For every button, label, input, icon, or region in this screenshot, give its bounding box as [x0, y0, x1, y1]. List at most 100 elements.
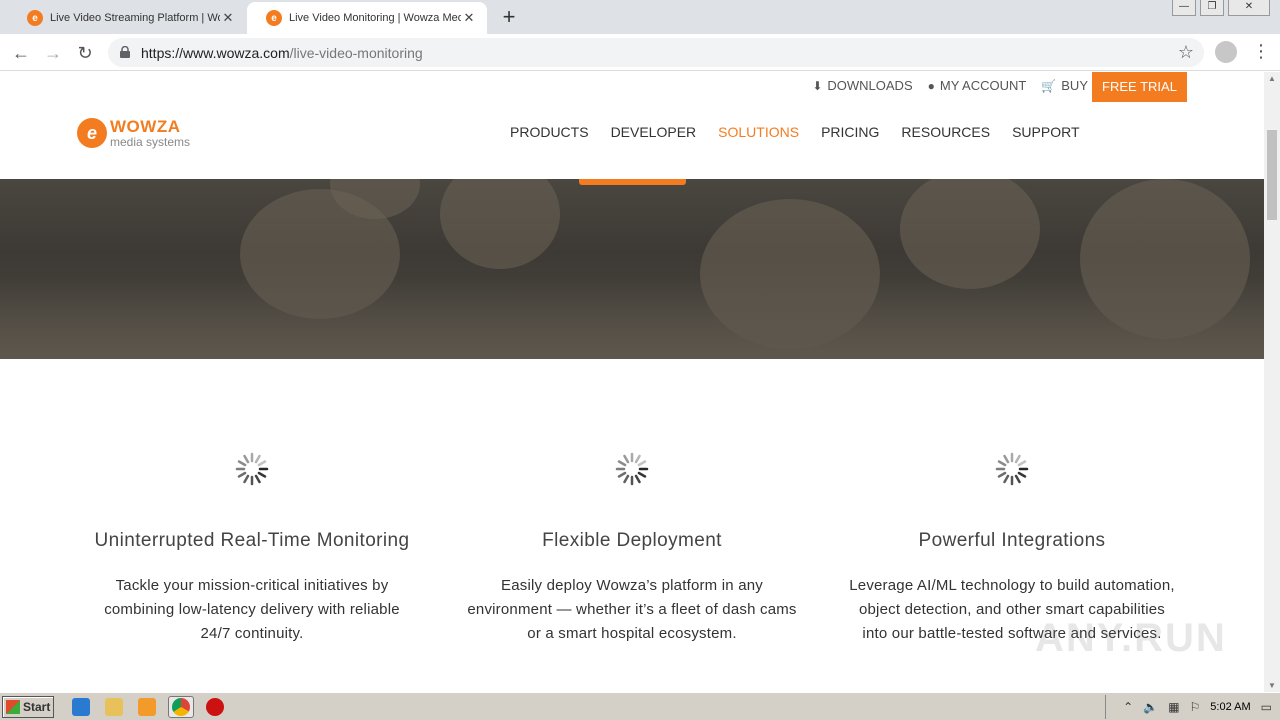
hero-figure [900, 179, 1040, 289]
tab-title: Live Video Streaming Platform | Wow [50, 12, 220, 24]
internet-explorer-icon[interactable] [72, 698, 90, 716]
feature-title: Uninterrupted Real-Time Monitoring [94, 530, 410, 551]
action-center-flag-icon[interactable]: ⚐ [1190, 700, 1201, 714]
close-tab-icon[interactable]: ✕ [220, 10, 236, 26]
downloads-link[interactable]: ⬇ DOWNLOADS [812, 78, 912, 93]
feature-title: Powerful Integrations [918, 530, 1106, 551]
nav-pricing[interactable]: PRICING [821, 124, 879, 140]
minimize-icon[interactable]: — [1172, 0, 1196, 16]
hero-cta-button[interactable] [579, 179, 686, 185]
url-text: https://www.wowza.com/live-video-monitor… [141, 45, 423, 61]
close-tab-icon[interactable]: ✕ [461, 10, 477, 26]
feature-line: Leverage AI/ML technology to build autom… [849, 577, 1175, 594]
new-tab-button[interactable]: + [497, 4, 521, 30]
profile-avatar-icon[interactable] [1215, 41, 1237, 63]
nav-support[interactable]: SUPPORT [1012, 124, 1079, 140]
spinner-tick [237, 460, 247, 467]
network-icon[interactable]: ▦ [1168, 700, 1179, 714]
show-desktop-icon[interactable]: ▭ [1261, 700, 1272, 714]
volume-icon[interactable]: 🔈 [1143, 700, 1158, 714]
loading-spinner-icon [995, 452, 1029, 486]
tab-live-video-streaming[interactable]: e Live Video Streaming Platform | Wow ✕ [8, 2, 246, 34]
spinner-tick [254, 454, 261, 464]
nav-solutions[interactable]: SOLUTIONS [718, 124, 799, 140]
spinner-tick [997, 471, 1007, 478]
nav-products[interactable]: PRODUCTS [510, 124, 589, 140]
page-scrollbar[interactable]: ▲ ▼ [1264, 72, 1280, 692]
close-window-icon[interactable]: ✕ [1228, 0, 1270, 16]
feature-description: Easily deploy Wowza’s platform in any en… [442, 574, 822, 646]
spinner-tick [1003, 454, 1010, 464]
start-label: Start [23, 700, 51, 714]
back-icon[interactable]: ← [8, 40, 34, 66]
start-button[interactable]: Start [2, 696, 54, 718]
page-viewport: ⬇ DOWNLOADS ● MY ACCOUNT 🛒 BUY FREE TRIA… [0, 72, 1280, 692]
spinner-tick [623, 454, 630, 464]
tab-title: Live Video Monitoring | Wowza Medi [289, 12, 461, 24]
wowza-logo-icon: e [77, 118, 107, 148]
chrome-icon [172, 698, 190, 716]
forward-icon[interactable]: → [40, 40, 66, 66]
feature-title: Flexible Deployment [542, 530, 722, 551]
address-bar[interactable]: https://www.wowza.com/live-video-monitor… [108, 38, 1204, 67]
buy-link[interactable]: 🛒 BUY [1041, 78, 1088, 93]
security-alert-icon[interactable] [206, 698, 224, 716]
url-path: /live-video-monitoring [289, 45, 423, 61]
wowza-logo[interactable]: e WOWZA media systems [77, 118, 190, 148]
browser-menu-icon[interactable]: ⋮ [1252, 40, 1270, 62]
spinner-tick [617, 471, 627, 478]
scroll-up-icon[interactable]: ▲ [1268, 74, 1276, 83]
tab-strip: e Live Video Streaming Platform | Wow ✕ … [0, 0, 1280, 34]
clock[interactable]: 5:02 AM [1210, 701, 1250, 713]
user-icon: ● [927, 78, 935, 93]
utility-nav: ⬇ DOWNLOADS ● MY ACCOUNT 🛒 BUY [812, 78, 1088, 93]
spinner-tick [257, 471, 267, 478]
feature-line: Tackle your mission-critical initiatives… [115, 577, 389, 594]
spinner-tick [1003, 474, 1010, 484]
my-account-link[interactable]: ● MY ACCOUNT [928, 78, 1027, 93]
spinner-tick [634, 474, 641, 484]
spinner-tick [1017, 471, 1027, 478]
cart-icon: 🛒 [1041, 78, 1057, 93]
browser-toolbar: ← → ↻ https://www.wowza.com/live-video-m… [0, 34, 1280, 71]
reload-icon[interactable]: ↻ [72, 40, 98, 66]
downloads-label: DOWNLOADS [827, 78, 913, 93]
spinner-tick [257, 460, 267, 467]
nav-resources[interactable]: RESOURCES [901, 124, 990, 140]
site-header: ⬇ DOWNLOADS ● MY ACCOUNT 🛒 BUY FREE TRIA… [0, 72, 1264, 179]
windows-taskbar: Start ⌃ 🔈 ▦ ⚐ 5:02 AM ▭ [0, 692, 1280, 720]
bookmark-star-icon[interactable]: ☆ [1178, 42, 1194, 63]
spinner-tick [254, 474, 261, 484]
spinner-tick [243, 474, 250, 484]
lock-icon [120, 46, 130, 58]
logo-brand: WOWZA [110, 117, 181, 136]
wowza-favicon-icon: e [27, 10, 43, 26]
feature-card: Flexible Deployment Easily deploy Wowza’… [442, 359, 822, 646]
nav-developer[interactable]: DEVELOPER [611, 124, 697, 140]
scrollbar-thumb[interactable] [1267, 130, 1277, 220]
spinner-tick [237, 471, 247, 478]
anyrun-watermark: ANY.RUN [1035, 616, 1227, 660]
spinner-tick [637, 460, 647, 467]
feature-line: or a smart hospital ecosystem. [527, 625, 737, 642]
feature-description: Tackle your mission-critical initiatives… [62, 574, 442, 646]
spinner-tick [1017, 460, 1027, 467]
file-explorer-icon[interactable] [105, 698, 123, 716]
tab-live-video-monitoring[interactable]: e Live Video Monitoring | Wowza Medi ✕ [247, 2, 487, 34]
media-player-icon[interactable] [138, 698, 156, 716]
window-controls: — ❐ ✕ [1172, 0, 1270, 16]
buy-label: BUY [1061, 78, 1088, 93]
free-trial-button[interactable]: FREE TRIAL [1092, 72, 1187, 102]
tray-expand-icon[interactable]: ⌃ [1123, 700, 1133, 714]
system-tray: ⌃ 🔈 ▦ ⚐ 5:02 AM ▭ [1105, 695, 1280, 719]
download-icon: ⬇ [812, 78, 823, 93]
spinner-tick [1014, 474, 1021, 484]
spinner-tick [623, 474, 630, 484]
feature-line: Easily deploy Wowza’s platform in any [501, 577, 763, 594]
scroll-down-icon[interactable]: ▼ [1268, 681, 1276, 690]
feature-line: environment — whether it’s a fleet of da… [467, 601, 797, 618]
restore-icon[interactable]: ❐ [1200, 0, 1224, 16]
hero-image [0, 179, 1264, 359]
logo-subtitle: media systems [110, 135, 191, 149]
windows-flag-icon [6, 700, 20, 714]
